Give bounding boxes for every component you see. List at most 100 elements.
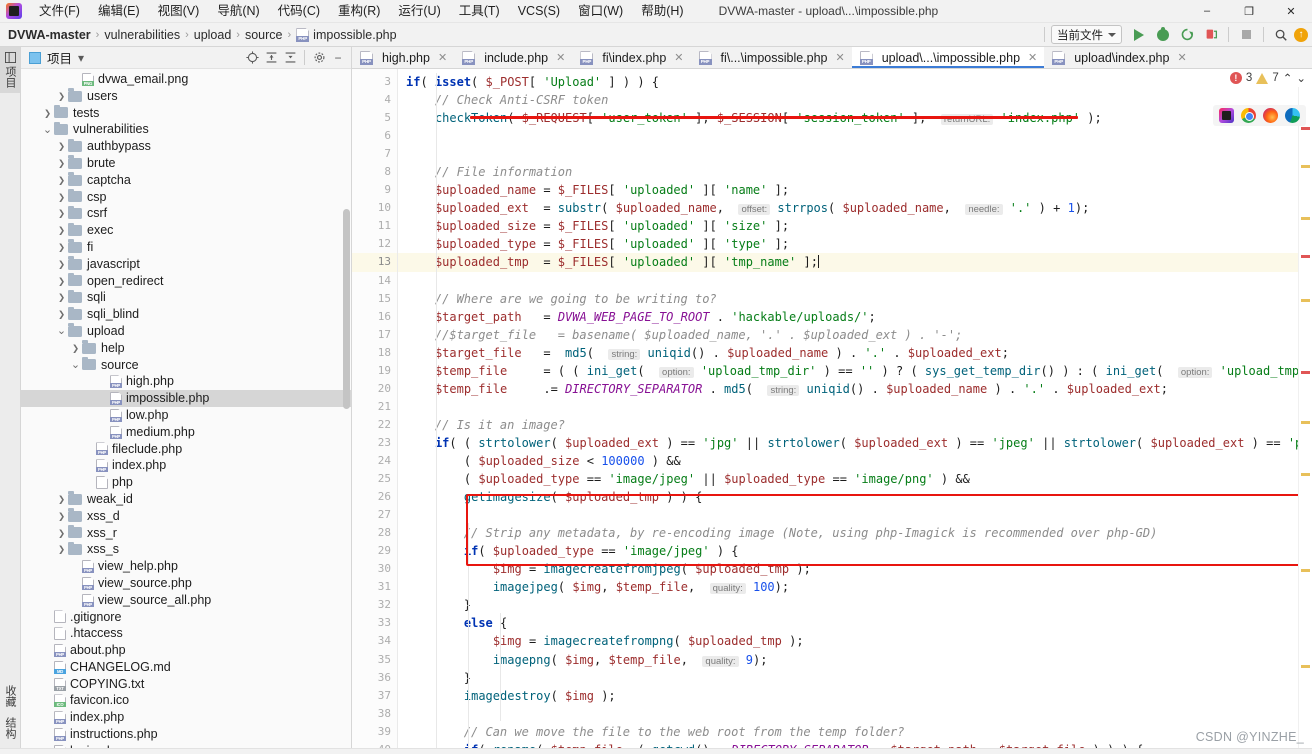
close-tab-icon[interactable]: ✕ [1028,51,1037,64]
error-marker[interactable] [1301,127,1310,130]
tree-node[interactable]: ❯ open_redirect [21,272,351,290]
line-number[interactable]: 24 [352,452,397,470]
edge-icon[interactable] [1285,108,1300,123]
line-number[interactable]: 35 [352,651,397,669]
close-tab-icon[interactable]: ✕ [1177,51,1186,64]
chevron-right-icon[interactable]: ❯ [55,541,68,558]
chevron-up-icon[interactable]: ⌃ [1283,71,1293,85]
line-number[interactable]: 21 [352,398,397,416]
tree-node[interactable]: PHP fileclude.php [21,441,351,458]
inspection-status-widget[interactable]: ! 3 7 ⌃ ⌄ [1223,69,1312,87]
chevron-right-icon[interactable]: ❯ [55,289,68,306]
code-line[interactable]: ( $uploaded_type == 'image/jpeg' || $upl… [406,470,1298,488]
chevron-right-icon[interactable]: ❯ [55,256,68,273]
updates-badge-icon[interactable]: ↑ [1294,27,1308,42]
code-line[interactable]: $temp_file .= DIRECTORY_SEPARATOR . md5(… [406,380,1298,398]
chevron-down-icon[interactable]: ▾ [72,49,90,67]
chevron-right-icon[interactable]: ❯ [55,239,68,256]
warning-marker[interactable] [1301,217,1310,220]
editor-tab[interactable]: fi\...\impossible.php ✕ [691,47,852,68]
code-line[interactable]: // Strip any metadata, by re-encoding im… [406,524,1298,542]
code-line[interactable]: $uploaded_tmp = $_FILES[ 'uploaded' ][ '… [398,253,1298,272]
code-line[interactable]: imagejpeg( $img, $temp_file, quality: 10… [406,578,1298,596]
maximize-button[interactable]: ❐ [1228,0,1270,23]
tree-node[interactable]: ⌄ source [21,356,351,374]
line-number[interactable]: 13 [352,253,397,272]
line-number[interactable]: 29− [352,542,409,560]
code-line[interactable]: ( $uploaded_size < 100000 ) && [406,452,1298,470]
search-everywhere-button[interactable] [1270,25,1292,45]
chevron-right-icon[interactable]: ❯ [55,273,68,290]
chevron-right-icon[interactable]: ❯ [55,222,68,239]
code-line[interactable] [406,272,1298,290]
collapse-all-icon[interactable] [281,49,299,67]
line-number[interactable]: 39 [352,723,397,741]
line-number[interactable]: 19 [352,362,397,380]
tree-node[interactable]: PHP login.php [21,743,351,748]
code-line[interactable]: imagepng( $img, $temp_file, quality: 9); [406,651,1298,669]
line-number[interactable]: 5 [352,109,397,127]
tree-node[interactable]: ⌄ vulnerabilities [21,121,351,138]
menu-code[interactable]: 代码(C) [269,0,329,23]
close-tab-icon[interactable]: ✕ [836,51,845,64]
tree-node[interactable]: ⌄ upload [21,323,351,340]
stop-button[interactable] [1235,25,1257,45]
breadcrumb-upload[interactable]: upload [194,28,232,42]
breadcrumb-source[interactable]: source [245,28,283,42]
chevron-down-icon[interactable]: ⌄ [41,124,54,135]
chevron-right-icon[interactable]: ❯ [55,491,68,508]
code-line[interactable]: // Where are we going to be writing to? [406,290,1298,308]
close-tab-icon[interactable]: ✕ [674,51,683,64]
line-number[interactable]: 7 [352,145,397,163]
line-number[interactable]: 28 [352,524,397,542]
tree-node[interactable]: PHP low.php [21,407,351,424]
expand-all-icon[interactable] [262,49,280,67]
chevron-down-icon[interactable]: ⌄ [69,359,82,370]
chevron-right-icon[interactable]: ❯ [55,306,68,323]
code-line[interactable]: } [406,669,1298,687]
tree-node[interactable]: ❯ fi [21,239,351,256]
menu-tools[interactable]: 工具(T) [450,0,509,23]
run-configuration-selector[interactable]: 当前文件 [1051,25,1122,44]
line-number[interactable]: 4 [352,91,397,109]
tree-node[interactable]: PHP view_help.php [21,558,351,575]
project-file-tree[interactable]: PNG dvwa_email.png ❯ users ❯ tests ⌄ vulnerabil… [21,69,351,748]
tree-node[interactable]: ❯ sqli_blind [21,306,351,323]
line-number[interactable]: 6 [352,127,397,145]
code-line[interactable]: // Check Anti-CSRF token [406,91,1298,109]
line-number[interactable]: 11 [352,217,397,235]
code-line[interactable]: // Can we move the file to the web root … [406,723,1298,741]
tree-node[interactable]: PNG dvwa_email.png [21,71,351,88]
line-number[interactable]: 27 [352,506,397,524]
code-line[interactable]: if( ( strtolower( $uploaded_ext ) == 'jp… [406,434,1298,452]
tree-node[interactable]: PHP instructions.php [21,726,351,743]
line-number[interactable]: 18 [352,344,397,362]
tree-node[interactable]: .htaccess [21,625,351,642]
code-line[interactable]: //$target_file = basename( $uploaded_nam… [406,326,1298,344]
tree-node[interactable]: PHP index.php [21,709,351,726]
intellij-icon[interactable] [1219,108,1234,123]
code-line[interactable]: // File information [406,163,1298,181]
chevron-right-icon[interactable]: ❯ [55,172,68,189]
line-number[interactable]: 37 [352,687,397,705]
debug-button[interactable] [1152,25,1174,45]
tree-node[interactable]: ❯ csp [21,188,351,206]
editor-marker-rail[interactable] [1298,69,1312,748]
line-number[interactable]: 33− [352,614,409,632]
close-button[interactable]: ✕ [1270,0,1312,23]
code-line[interactable]: if( isset( $_POST[ 'Upload' ] ) ) { [406,73,1298,91]
code-line[interactable]: $temp_file = ( ( ini_get( option: 'uploa… [406,362,1298,380]
editor-tab[interactable]: upload\index.php ✕ [1044,47,1193,68]
tree-node[interactable]: PHP index.php [21,457,351,474]
tree-node[interactable]: MD CHANGELOG.md [21,659,351,676]
tree-node[interactable]: TXT COPYING.txt [21,676,351,693]
tree-node[interactable]: ❯ sqli [21,289,351,306]
code-line[interactable]: if( rename( $temp_file, ( getcwd() . DIR… [406,741,1298,748]
tree-node[interactable]: ❯ xss_d [21,508,351,525]
code-line[interactable]: getimagesize( $uploaded_tmp ) ) { [406,488,1298,506]
profile-button[interactable] [1200,25,1222,45]
tree-scrollbar[interactable] [343,209,350,409]
line-number[interactable]: 25 [352,470,397,488]
tree-node[interactable]: ❯ users [21,88,351,105]
code-line[interactable]: $img = imagecreatefromjpeg( $uploaded_tm… [406,560,1298,578]
